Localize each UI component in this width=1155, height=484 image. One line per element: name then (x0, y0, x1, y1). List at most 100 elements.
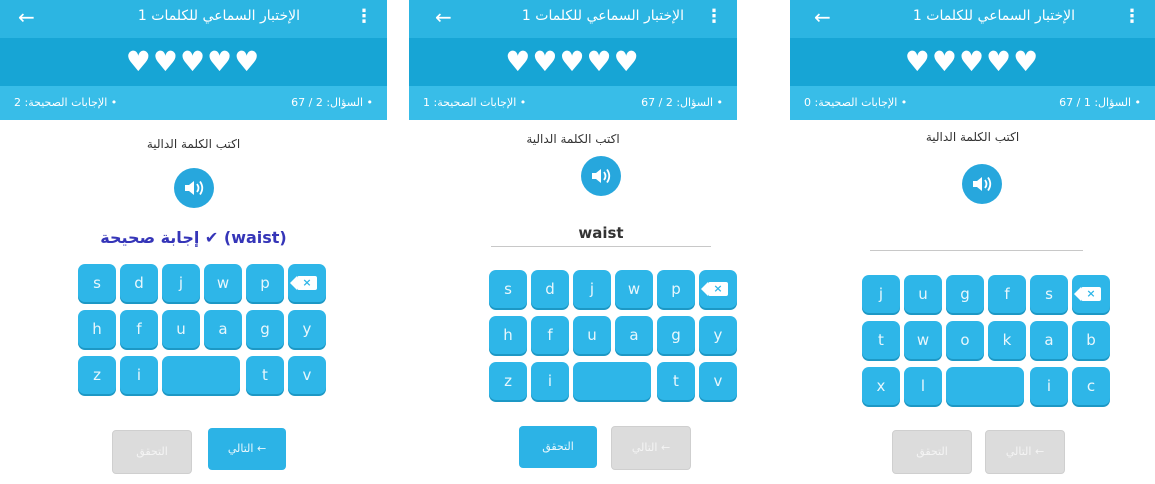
key-t[interactable]: t (246, 356, 284, 394)
correct-answers-count: • الإجابات الصحيحة: 1 (423, 96, 527, 109)
stats-bar: • السؤال: 2 / 67 • الإجابات الصحيحة: 1 (409, 86, 737, 120)
next-button[interactable]: ← التالي (611, 426, 691, 470)
delete-key[interactable]: × (288, 264, 326, 302)
key-v[interactable]: v (699, 362, 737, 400)
key-t[interactable]: t (657, 362, 695, 400)
key-h[interactable]: h (489, 316, 527, 354)
space-key[interactable] (162, 356, 240, 394)
correct-answers-count: • الإجابات الصحيحة: 0 (804, 96, 908, 109)
key-b[interactable]: b (1072, 321, 1110, 359)
key-f[interactable]: f (988, 275, 1026, 313)
screen-answer-typed: ← الإختبار السماعي للكلمات 1 ⋮ ♥♥♥♥♥ • ا… (409, 0, 737, 484)
key-a[interactable]: a (615, 316, 653, 354)
speaker-icon (592, 168, 611, 184)
key-w[interactable]: w (204, 264, 242, 302)
key-a[interactable]: a (204, 310, 242, 348)
key-k[interactable]: k (988, 321, 1026, 359)
key-y[interactable]: y (288, 310, 326, 348)
more-menu-icon[interactable]: ⋮ (355, 6, 373, 28)
answer-underline (491, 246, 711, 247)
key-s[interactable]: s (489, 270, 527, 308)
lives-bar: ♥♥♥♥♥ (409, 38, 737, 86)
key-a[interactable]: a (1030, 321, 1068, 359)
backspace-icon: × (701, 282, 728, 296)
key-c[interactable]: c (1072, 367, 1110, 405)
question-counter: • السؤال: 1 / 67 (1059, 96, 1141, 109)
next-button[interactable]: ← التالي (208, 428, 286, 470)
more-menu-icon[interactable]: ⋮ (705, 6, 723, 28)
key-u[interactable]: u (162, 310, 200, 348)
app-title: الإختبار السماعي للكلمات 1 (521, 8, 684, 24)
key-x[interactable]: x (862, 367, 900, 405)
next-button[interactable]: ← التالي (985, 430, 1065, 474)
space-key[interactable] (573, 362, 651, 400)
key-f[interactable]: f (120, 310, 158, 348)
key-p[interactable]: p (246, 264, 284, 302)
key-j[interactable]: j (862, 275, 900, 313)
key-z[interactable]: z (78, 356, 116, 394)
key-h[interactable]: h (78, 310, 116, 348)
check-button[interactable]: التحقق (519, 426, 597, 468)
hearts-icon: ♥♥♥♥♥ (505, 45, 641, 78)
space-key[interactable] (946, 367, 1024, 405)
back-arrow-icon[interactable]: ← (435, 5, 452, 29)
key-v[interactable]: v (288, 356, 326, 394)
key-i[interactable]: i (120, 356, 158, 394)
key-f[interactable]: f (531, 316, 569, 354)
key-d[interactable]: d (531, 270, 569, 308)
key-s[interactable]: s (78, 264, 116, 302)
app-bar: ← الإختبار السماعي للكلمات 1 ⋮ (0, 0, 387, 38)
app-bar: ← الإختبار السماعي للكلمات 1 ⋮ (409, 0, 737, 38)
screen-correct-answer: ← الإختبار السماعي للكلمات 1 ⋮ ♥♥♥♥♥ • ا… (0, 0, 387, 484)
key-s[interactable]: s (1030, 275, 1068, 313)
prompt-text: اكتب الكلمة الدالية (146, 137, 241, 151)
app-title: الإختبار السماعي للكلمات 1 (137, 8, 300, 24)
key-l[interactable]: l (904, 367, 942, 405)
key-j[interactable]: j (162, 264, 200, 302)
key-y[interactable]: y (699, 316, 737, 354)
question-counter: • السؤال: 2 / 67 (641, 96, 723, 109)
check-button[interactable]: التحقق (892, 430, 972, 474)
key-p[interactable]: p (657, 270, 695, 308)
play-audio-button[interactable] (581, 156, 621, 196)
key-g[interactable]: g (246, 310, 284, 348)
play-audio-button[interactable] (174, 168, 214, 208)
correct-answers-count: • الإجابات الصحيحة: 2 (14, 96, 118, 109)
key-w[interactable]: w (615, 270, 653, 308)
delete-key[interactable]: × (699, 270, 737, 308)
key-g[interactable]: g (946, 275, 984, 313)
key-u[interactable]: u (904, 275, 942, 313)
correct-answer-feedback: إجابة صحيحة ✔ (waist) (100, 228, 287, 247)
key-z[interactable]: z (489, 362, 527, 400)
back-arrow-icon[interactable]: ← (18, 5, 35, 29)
key-w[interactable]: w (904, 321, 942, 359)
stats-bar: • السؤال: 1 / 67 • الإجابات الصحيحة: 0 (790, 86, 1155, 120)
lives-bar: ♥♥♥♥♥ (790, 38, 1155, 86)
key-t[interactable]: t (862, 321, 900, 359)
key-j[interactable]: j (573, 270, 611, 308)
speaker-icon (185, 180, 204, 196)
answer-underline (870, 250, 1083, 251)
delete-key[interactable]: × (1072, 275, 1110, 313)
app-bar: ← الإختبار السماعي للكلمات 1 ⋮ (790, 0, 1155, 38)
prompt-text: اكتب الكلمة الدالية (526, 132, 620, 146)
play-audio-button[interactable] (962, 164, 1002, 204)
backspace-icon: × (290, 276, 317, 290)
key-u[interactable]: u (573, 316, 611, 354)
backspace-icon: × (1074, 287, 1101, 301)
hearts-icon: ♥♥♥♥♥ (904, 45, 1041, 78)
key-o[interactable]: o (946, 321, 984, 359)
answer-field[interactable]: waist (491, 224, 711, 242)
key-d[interactable]: d (120, 264, 158, 302)
stats-bar: • السؤال: 2 / 67 • الإجابات الصحيحة: 2 (0, 86, 387, 120)
app-title: الإختبار السماعي للكلمات 1 (912, 8, 1075, 24)
back-arrow-icon[interactable]: ← (814, 5, 831, 29)
check-button[interactable]: التحقق (112, 430, 192, 474)
prompt-text: اكتب الكلمة الدالية (925, 130, 1020, 144)
key-i[interactable]: i (531, 362, 569, 400)
hearts-icon: ♥♥♥♥♥ (125, 45, 262, 78)
speaker-icon (973, 176, 992, 192)
more-menu-icon[interactable]: ⋮ (1123, 6, 1141, 28)
key-i[interactable]: i (1030, 367, 1068, 405)
key-g[interactable]: g (657, 316, 695, 354)
